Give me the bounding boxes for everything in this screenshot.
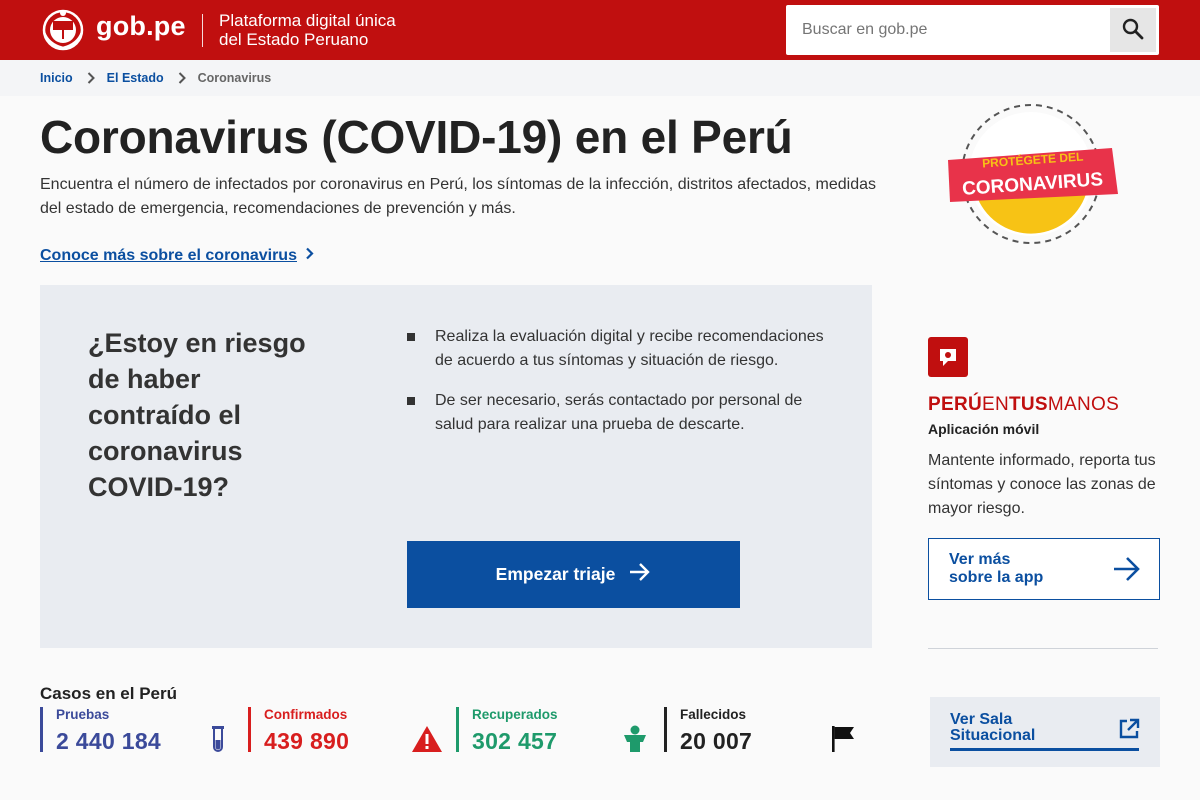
arrow-right-icon bbox=[1113, 556, 1141, 587]
stat-pruebas: Pruebas 2 440 184 bbox=[40, 707, 230, 754]
arrow-right-icon bbox=[629, 562, 651, 587]
protect-coronavirus-badge: PROTÉGETE DEL CORONAVIRUS bbox=[940, 102, 1125, 247]
brand-tus: TUS bbox=[1009, 394, 1048, 415]
breadcrumb-link-estado[interactable]: El Estado bbox=[107, 71, 164, 85]
flag-icon bbox=[831, 725, 855, 758]
app-logo-icon bbox=[928, 337, 968, 377]
view-app-button[interactable]: Ver más sobre la app bbox=[928, 538, 1160, 600]
logo-text[interactable]: gob.pe bbox=[96, 11, 186, 42]
search-box bbox=[786, 5, 1159, 55]
start-triage-button[interactable]: Empezar triaje bbox=[407, 541, 740, 608]
triage-bullet: De ser necesario, serás contactado por p… bbox=[406, 389, 831, 437]
stat-value: 439 890 bbox=[264, 728, 350, 754]
logo-divider bbox=[202, 14, 203, 47]
stat-value: 2 440 184 bbox=[56, 728, 162, 754]
test-tube-icon bbox=[211, 725, 225, 758]
warning-icon bbox=[411, 725, 443, 758]
sala-label: Ver Sala Situacional bbox=[950, 712, 1070, 744]
chevron-right-icon bbox=[305, 247, 314, 265]
triage-question: ¿Estoy en riesgo de haber contraído el c… bbox=[88, 328, 306, 502]
cases-title: Casos en el Perú bbox=[40, 684, 178, 703]
divider bbox=[928, 648, 1158, 649]
brand-peru: PERÚ bbox=[928, 394, 982, 415]
stat-value: 302 457 bbox=[472, 728, 558, 754]
brand-en: EN bbox=[982, 394, 1009, 415]
triage-list: Realiza la evaluación digital y recibe r… bbox=[406, 325, 831, 453]
view-app-line1: Ver más bbox=[949, 551, 1011, 568]
logo-tagline: Plataforma digital única del Estado Peru… bbox=[219, 11, 449, 49]
breadcrumb-link-inicio[interactable]: Inicio bbox=[40, 71, 73, 85]
external-link-icon bbox=[1118, 718, 1140, 745]
app-subtitle: Aplicación móvil bbox=[928, 421, 1040, 437]
stat-fallecidos: Fallecidos 20 007 bbox=[664, 707, 854, 754]
chevron-right-icon bbox=[87, 72, 95, 84]
page-description: Encuentra el número de infectados por co… bbox=[40, 176, 877, 217]
stat-value: 20 007 bbox=[680, 728, 753, 754]
stat-label: Fallecidos bbox=[680, 707, 747, 722]
person-icon bbox=[622, 725, 648, 758]
chevron-right-icon bbox=[178, 72, 186, 84]
more-link-label: Conoce más sobre el coronavirus bbox=[40, 247, 297, 264]
sala-line2: Situacional bbox=[950, 727, 1036, 744]
breadcrumb: Inicio El Estado Coronavirus bbox=[0, 60, 1200, 96]
stat-confirmados: Confirmados 439 890 bbox=[248, 707, 442, 754]
view-app-line2: sobre la app bbox=[949, 569, 1044, 586]
stat-recuperados: Recuperados 302 457 bbox=[456, 707, 646, 754]
more-about-coronavirus-link[interactable]: Conoce más sobre el coronavirus bbox=[40, 247, 314, 265]
search-input[interactable] bbox=[786, 5, 1110, 55]
sala-underline bbox=[950, 748, 1139, 751]
triage-panel: ¿Estoy en riesgo de haber contraído el c… bbox=[40, 285, 872, 648]
sala-line1: Ver Sala bbox=[950, 711, 1013, 728]
brand-manos: MANOS bbox=[1047, 394, 1120, 415]
stat-label: Pruebas bbox=[56, 707, 110, 722]
app-brand: PERÚENTUSMANOS bbox=[928, 394, 1119, 416]
stat-label: Recuperados bbox=[472, 707, 558, 722]
coat-of-arms-icon[interactable] bbox=[40, 8, 86, 52]
triage-bullet: Realiza la evaluación digital y recibe r… bbox=[406, 325, 831, 373]
tagline-line1: Plataforma digital única bbox=[219, 11, 396, 30]
tagline-line2: del Estado Peruano bbox=[219, 30, 369, 49]
stat-label: Confirmados bbox=[264, 707, 348, 722]
sala-situacional-link[interactable]: Ver Sala Situacional bbox=[930, 697, 1160, 767]
search-button[interactable] bbox=[1110, 8, 1156, 52]
app-description: Mantente informado, reporta tus síntomas… bbox=[928, 452, 1156, 517]
header: gob.pe Plataforma digital única del Esta… bbox=[0, 0, 1200, 60]
view-app-label: Ver más sobre la app bbox=[949, 551, 1069, 587]
search-icon bbox=[1121, 17, 1145, 44]
page-title: Coronavirus (COVID-19) en el Perú bbox=[40, 111, 793, 163]
breadcrumb-current: Coronavirus bbox=[197, 71, 272, 85]
start-triage-label: Empezar triaje bbox=[495, 564, 616, 584]
